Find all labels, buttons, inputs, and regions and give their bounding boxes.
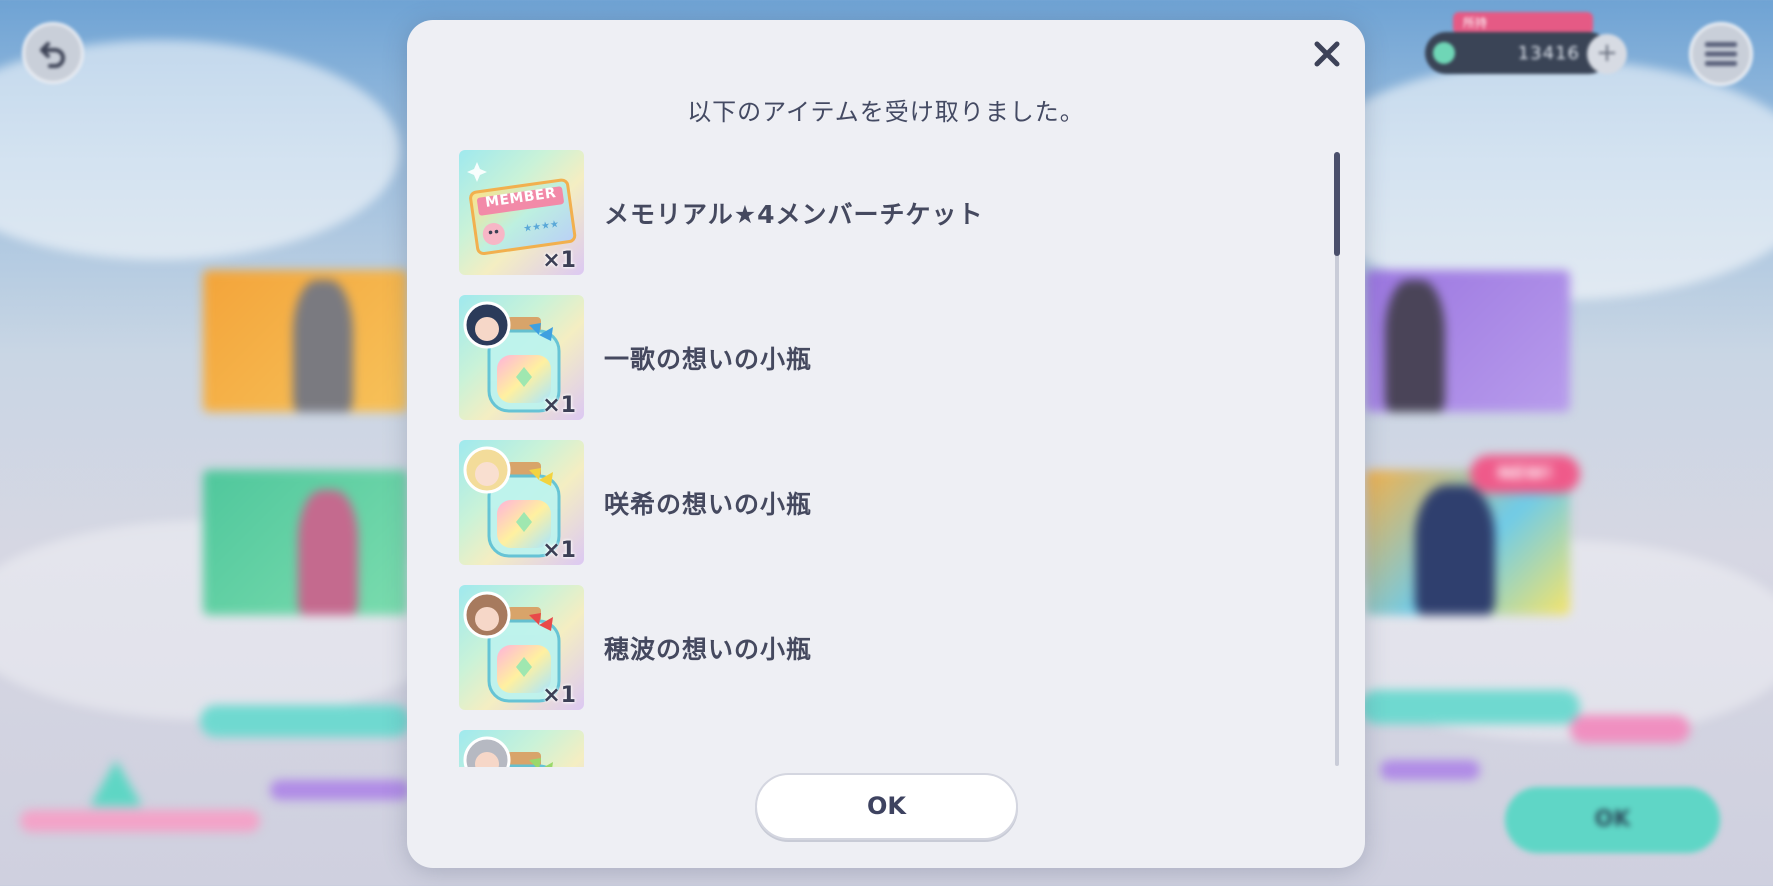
bottle-icon: ×1 (459, 295, 584, 420)
item-name: 咲希の想いの小瓶 (604, 489, 813, 519)
list-item: ×1 咲希の想いの小瓶 (459, 440, 1289, 565)
menu-button[interactable] (1689, 22, 1753, 86)
item-name: 一歌の想いの小瓶 (604, 344, 813, 374)
scrollbar-thumb[interactable] (1334, 152, 1340, 256)
bottle-icon: ×1 (459, 440, 584, 565)
bg-card-green (203, 470, 408, 615)
dialog-title: 以下のアイテムを受け取りました。 (687, 98, 1085, 126)
item-name: メモリアル★4メンバーチケット (604, 199, 984, 229)
hamburger-menu-icon (1705, 42, 1737, 66)
list-item: ×1 一歌の想いの小瓶 (459, 295, 1289, 420)
back-button[interactable] (22, 22, 84, 84)
bg-card-orange (203, 270, 408, 412)
bottle-icon (459, 730, 584, 767)
close-icon (1314, 41, 1340, 67)
new-badge: NEW! (1470, 455, 1580, 493)
item-name: 穂波の想いの小瓶 (604, 634, 813, 664)
bottle-icon: ×1 (459, 585, 584, 710)
back-arrow-icon (40, 42, 65, 68)
reward-dialog: 以下のアイテムを受け取りました。 ★★★★ MEMBER ×1 メモリアル★4メ… (407, 20, 1365, 868)
crystal-gem-icon (1433, 42, 1455, 64)
ok-button[interactable]: OK (755, 773, 1018, 840)
crystal-counter: 所持 13416 + (1425, 12, 1627, 74)
add-crystal-button[interactable]: + (1587, 34, 1627, 74)
item-quantity: ×1 (542, 683, 576, 708)
close-button[interactable] (1305, 32, 1349, 76)
list-item: ×1 穂波の想いの小瓶 (459, 585, 1289, 710)
item-quantity: ×1 (542, 248, 576, 273)
background-ok-button: OK (1505, 787, 1720, 853)
bg-card-purple (1365, 270, 1570, 412)
item-quantity: ×1 (542, 393, 576, 418)
list-item (459, 730, 1289, 767)
crystal-tag: 所持 (1453, 12, 1593, 34)
list-item: ★★★★ MEMBER ×1 メモリアル★4メンバーチケット (459, 150, 1289, 275)
item-quantity: ×1 (542, 538, 576, 563)
reward-list[interactable]: ★★★★ MEMBER ×1 メモリアル★4メンバーチケット ×1 一歌の想いの… (459, 150, 1289, 767)
member-ticket-icon: ★★★★ MEMBER ×1 (459, 150, 584, 275)
